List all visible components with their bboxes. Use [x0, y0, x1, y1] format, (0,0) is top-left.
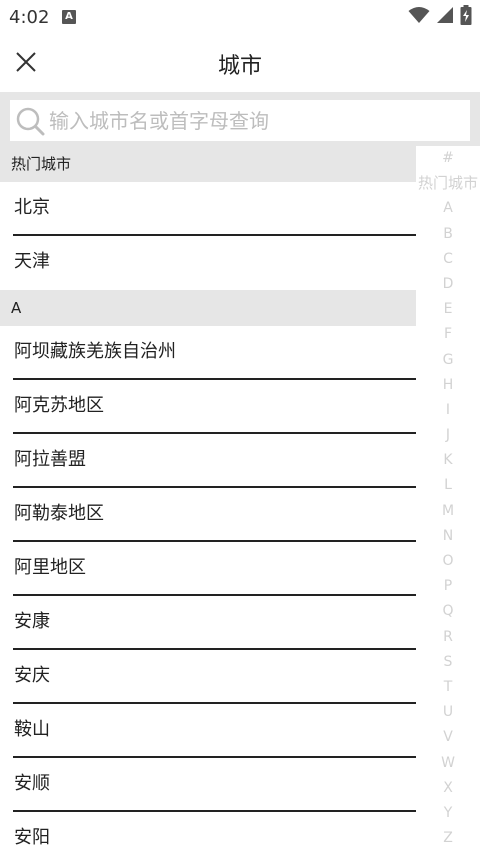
city-list: 热门城市 北京 天津 A 阿坝藏族羌族自治州 阿克苏地区 阿拉善盟 阿勒泰地区 …	[0, 146, 416, 855]
index-item-b[interactable]: B	[416, 222, 480, 247]
status-icons	[408, 5, 472, 29]
status-time: 4:02	[9, 7, 50, 28]
index-item-q[interactable]: Q	[416, 599, 480, 624]
city-item[interactable]: 北京	[13, 182, 416, 236]
search-input[interactable]	[49, 108, 449, 133]
index-item-t[interactable]: T	[416, 675, 480, 700]
city-item[interactable]: 安庆	[13, 650, 416, 704]
index-item-p[interactable]: P	[416, 574, 480, 599]
index-item-a[interactable]: A	[416, 196, 480, 221]
index-item-hash[interactable]: #	[416, 146, 480, 171]
index-item-k[interactable]: K	[416, 448, 480, 473]
index-item-s[interactable]: S	[416, 650, 480, 675]
section-header-hot: 热门城市	[0, 146, 416, 182]
index-item-d[interactable]: D	[416, 272, 480, 297]
index-item-v[interactable]: V	[416, 725, 480, 750]
wifi-icon	[408, 6, 430, 28]
city-item[interactable]: 阿勒泰地区	[13, 488, 416, 542]
index-item-z[interactable]: Z	[416, 826, 480, 851]
index-item-f[interactable]: F	[416, 322, 480, 347]
index-item-n[interactable]: N	[416, 524, 480, 549]
index-item-j[interactable]: J	[416, 423, 480, 448]
city-item[interactable]: 安康	[13, 596, 416, 650]
city-item[interactable]: 阿克苏地区	[13, 380, 416, 434]
status-bar: 4:02 A	[0, 0, 480, 36]
index-item-w[interactable]: W	[416, 751, 480, 776]
city-item[interactable]: 阿里地区	[13, 542, 416, 596]
index-item-hot[interactable]: 热门城市	[416, 171, 480, 196]
index-item-u[interactable]: U	[416, 700, 480, 725]
index-item-m[interactable]: M	[416, 499, 480, 524]
city-item[interactable]: 鞍山	[13, 704, 416, 758]
index-item-r[interactable]: R	[416, 625, 480, 650]
notification-icon: A	[62, 10, 76, 24]
city-item[interactable]: 阿拉善盟	[13, 434, 416, 488]
signal-icon	[436, 6, 454, 28]
index-item-c[interactable]: C	[416, 247, 480, 272]
city-item[interactable]: 安阳	[13, 812, 416, 855]
page-title: 城市	[217, 54, 262, 79]
index-item-l[interactable]: L	[416, 473, 480, 498]
index-item-x[interactable]: X	[416, 776, 480, 801]
search-bar	[0, 92, 480, 146]
city-item[interactable]: 阿坝藏族羌族自治州	[13, 326, 416, 380]
index-item-i[interactable]: I	[416, 398, 480, 423]
search-icon	[15, 106, 45, 136]
search-box[interactable]	[10, 100, 470, 141]
alphabet-index[interactable]: # 热门城市 A B C D E F G H I J K L M N O P Q…	[416, 146, 480, 855]
index-item-e[interactable]: E	[416, 297, 480, 322]
section-header-a: A	[0, 290, 416, 326]
city-item[interactable]: 安顺	[13, 758, 416, 812]
index-item-h[interactable]: H	[416, 373, 480, 398]
index-item-g[interactable]: G	[416, 348, 480, 373]
index-item-y[interactable]: Y	[416, 801, 480, 826]
city-item[interactable]: 天津	[13, 236, 416, 290]
index-item-o[interactable]: O	[416, 549, 480, 574]
title-bar: 城市	[0, 36, 480, 92]
battery-icon	[460, 5, 472, 29]
